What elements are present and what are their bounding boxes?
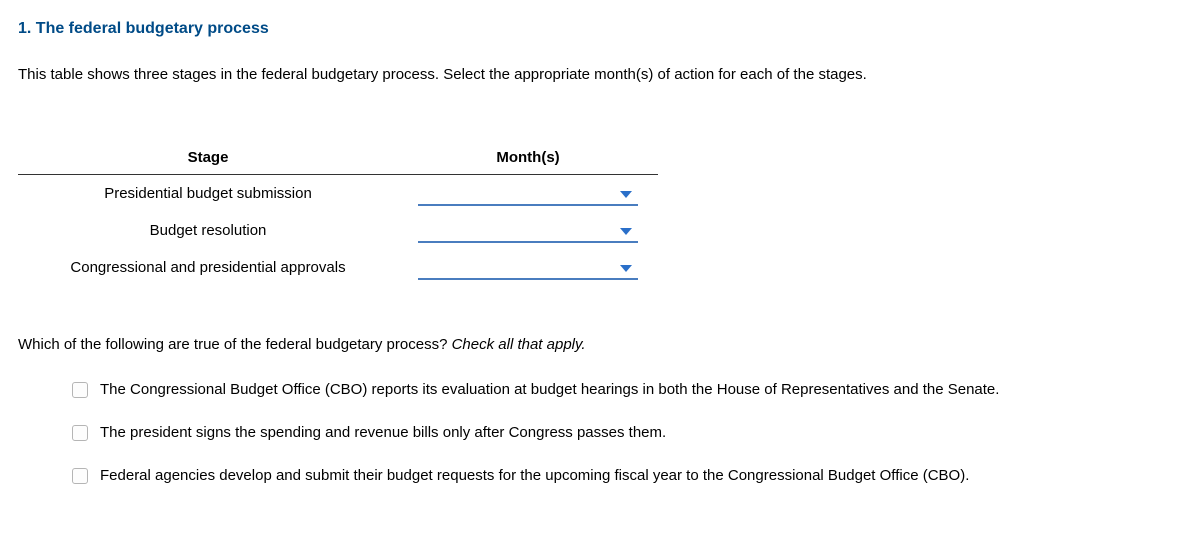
option-label: The Congressional Budget Office (CBO) re…	[100, 381, 999, 398]
option-row: The president signs the spending and rev…	[72, 424, 1182, 441]
header-months: Month(s)	[398, 143, 658, 175]
months-dropdown[interactable]	[418, 258, 638, 280]
option-label: Federal agencies develop and submit thei…	[100, 467, 969, 484]
table-row: Presidential budget submission	[18, 175, 658, 213]
table-row: Congressional and presidential approvals	[18, 249, 658, 286]
stage-label: Congressional and presidential approvals	[18, 249, 398, 286]
question-title: 1. The federal budgetary process	[18, 20, 1182, 38]
stage-label: Budget resolution	[18, 212, 398, 249]
months-dropdown[interactable]	[418, 184, 638, 206]
option-row: Federal agencies develop and submit thei…	[72, 467, 1182, 484]
stages-table: Stage Month(s) Presidential budget submi…	[18, 143, 1182, 286]
instruction-text: This table shows three stages in the fed…	[18, 66, 1182, 83]
checkbox[interactable]	[72, 468, 88, 484]
question2-prompt: Which of the following are true of the f…	[18, 336, 1182, 353]
header-stage: Stage	[18, 143, 398, 175]
chevron-down-icon	[620, 265, 632, 272]
table-row: Budget resolution	[18, 212, 658, 249]
checkbox[interactable]	[72, 425, 88, 441]
months-dropdown[interactable]	[418, 221, 638, 243]
question2-text: Which of the following are true of the f…	[18, 336, 452, 353]
option-label: The president signs the spending and rev…	[100, 424, 666, 441]
chevron-down-icon	[620, 228, 632, 235]
options-list: The Congressional Budget Office (CBO) re…	[18, 381, 1182, 484]
stage-label: Presidential budget submission	[18, 175, 398, 213]
question2-hint: Check all that apply.	[452, 336, 586, 353]
checkbox[interactable]	[72, 382, 88, 398]
option-row: The Congressional Budget Office (CBO) re…	[72, 381, 1182, 398]
chevron-down-icon	[620, 191, 632, 198]
